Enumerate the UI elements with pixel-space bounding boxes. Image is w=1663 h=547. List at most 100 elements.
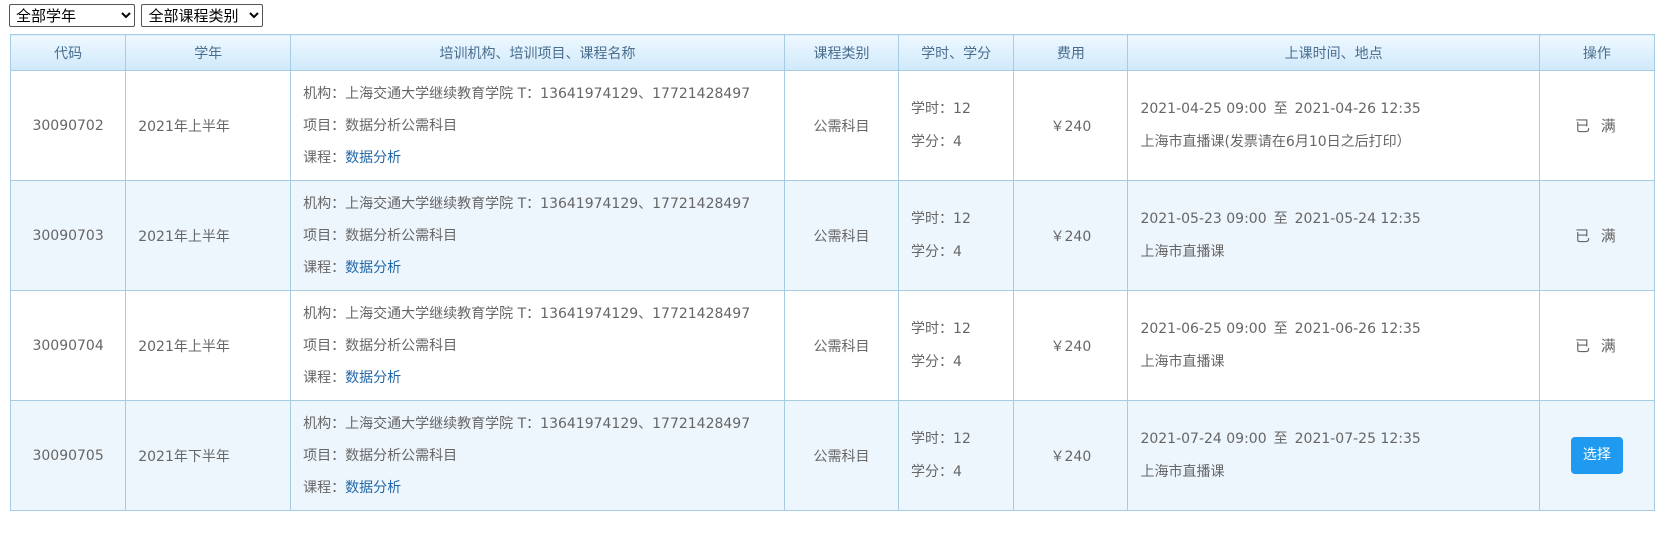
table-row: 30090705 2021年下半年 机构：上海交通大学继续教育学院 T：1364… [9, 400, 1656, 511]
cell-action: 已 满 [1538, 70, 1656, 181]
start-time: 2021-06-25 09:00 [1140, 321, 1267, 337]
course-prefix: 课程： [303, 259, 346, 276]
cell-hours-credits: 学时：12 学分：4 [898, 70, 1015, 181]
table-body: 30090702 2021年上半年 机构：上海交通大学继续教育学院 T：1364… [9, 70, 1656, 511]
project-text: 项目：数据分析公需科目 [303, 337, 458, 354]
col-header-time-place: 上课时间、地点 [1127, 34, 1540, 71]
cell-year: 2021年上半年 [125, 70, 292, 181]
course-name-link[interactable]: 数据分析 [345, 150, 401, 166]
cell-year: 2021年上半年 [125, 290, 292, 401]
credits-text: 学分：4 [911, 244, 962, 260]
cell-fee: ￥240 [1013, 400, 1129, 511]
to-text: 至 [1273, 101, 1288, 117]
credits-text: 学分：4 [911, 354, 962, 370]
cell-category: 公需科目 [783, 400, 900, 511]
col-header-year: 学年 [125, 34, 292, 71]
course-line: 课程：数据分析 [303, 480, 784, 496]
cell-time-place: 2021-06-25 09:00 至 2021-06-26 12:35 上海市直播课 [1127, 290, 1540, 401]
course-name-link[interactable]: 数据分析 [345, 370, 401, 386]
cell-year: 2021年下半年 [125, 400, 292, 511]
course-prefix: 课程： [303, 149, 346, 166]
cell-category: 公需科目 [783, 70, 900, 181]
institution-text: 机构：上海交通大学继续教育学院 T：13641974129、1772142849… [303, 415, 751, 432]
year-filter-select[interactable]: 全部学年 [9, 4, 135, 27]
col-header-hours-credits: 学时、学分 [898, 34, 1015, 71]
place-text: 上海市直播课 [1140, 244, 1225, 260]
header-row: 代码 学年 培训机构、培训项目、课程名称 课程类别 学时、学分 费用 上课时间、… [9, 34, 1656, 71]
institution-text: 机构：上海交通大学继续教育学院 T：13641974129、1772142849… [303, 85, 751, 102]
cell-hours-credits: 学时：12 学分：4 [898, 400, 1015, 511]
cell-action: 已 满 [1538, 290, 1656, 401]
course-prefix: 课程： [303, 369, 346, 386]
cell-hours-credits: 学时：12 学分：4 [898, 180, 1015, 291]
course-line: 课程：数据分析 [303, 370, 784, 386]
end-time: 2021-05-24 12:35 [1294, 211, 1421, 227]
schedule-line: 2021-06-25 09:00 至 2021-06-26 12:35 [1140, 321, 1538, 337]
cell-fee: ￥240 [1013, 290, 1129, 401]
course-table: 代码 学年 培训机构、培训项目、课程名称 课程类别 学时、学分 费用 上课时间、… [9, 34, 1656, 511]
hours-text: 学时：12 [911, 211, 971, 227]
cell-time-place: 2021-04-25 09:00 至 2021-04-26 12:35 上海市直播课… [1127, 70, 1540, 181]
credits-text: 学分：4 [911, 464, 962, 480]
schedule-line: 2021-04-25 09:00 至 2021-04-26 12:35 [1140, 101, 1538, 117]
place-text: 上海市直播课 [1140, 464, 1225, 480]
institution-text: 机构：上海交通大学继续教育学院 T：13641974129、1772142849… [303, 305, 751, 322]
cell-action: 选择 [1538, 400, 1656, 511]
course-prefix: 课程： [303, 479, 346, 496]
cell-course-info: 机构：上海交通大学继续教育学院 T：13641974129、1772142849… [290, 180, 785, 291]
end-time: 2021-07-25 12:35 [1294, 431, 1421, 447]
start-time: 2021-04-25 09:00 [1140, 101, 1267, 117]
table-row: 30090704 2021年上半年 机构：上海交通大学继续教育学院 T：1364… [9, 290, 1656, 401]
to-text: 至 [1273, 321, 1288, 337]
cell-year: 2021年上半年 [125, 180, 292, 291]
cell-course-info: 机构：上海交通大学继续教育学院 T：13641974129、1772142849… [290, 70, 785, 181]
hours-text: 学时：12 [911, 101, 971, 117]
status-full: 已 满 [1574, 117, 1619, 135]
cell-time-place: 2021-05-23 09:00 至 2021-05-24 12:35 上海市直播课 [1127, 180, 1540, 291]
table-row: 30090703 2021年上半年 机构：上海交通大学继续教育学院 T：1364… [9, 180, 1656, 291]
cell-category: 公需科目 [783, 180, 900, 291]
status-full: 已 满 [1574, 227, 1619, 245]
start-time: 2021-05-23 09:00 [1140, 211, 1267, 227]
end-time: 2021-04-26 12:35 [1294, 101, 1421, 117]
cell-fee: ￥240 [1013, 70, 1129, 181]
col-header-category: 课程类别 [783, 34, 900, 71]
schedule-line: 2021-07-24 09:00 至 2021-07-25 12:35 [1140, 431, 1538, 447]
to-text: 至 [1273, 211, 1288, 227]
col-header-fee: 费用 [1013, 34, 1129, 71]
place-text: 上海市直播课(发票请在6月10日之后打印） [1140, 134, 1411, 150]
hours-text: 学时：12 [911, 321, 971, 337]
cell-code: 30090702 [9, 70, 127, 181]
institution-text: 机构：上海交通大学继续教育学院 T：13641974129、1772142849… [303, 195, 751, 212]
cell-course-info: 机构：上海交通大学继续教育学院 T：13641974129、1772142849… [290, 400, 785, 511]
table-header: 代码 学年 培训机构、培训项目、课程名称 课程类别 学时、学分 费用 上课时间、… [9, 34, 1656, 71]
credits-text: 学分：4 [911, 134, 962, 150]
course-line: 课程：数据分析 [303, 260, 784, 276]
course-line: 课程：数据分析 [303, 150, 784, 166]
category-filter-select[interactable]: 全部课程类别 [141, 4, 264, 27]
cell-fee: ￥240 [1013, 180, 1129, 291]
end-time: 2021-06-26 12:35 [1294, 321, 1421, 337]
col-header-course: 培训机构、培训项目、课程名称 [290, 34, 785, 71]
project-text: 项目：数据分析公需科目 [303, 227, 458, 244]
cell-code: 30090705 [9, 400, 127, 511]
project-text: 项目：数据分析公需科目 [303, 447, 458, 464]
cell-action: 已 满 [1538, 180, 1656, 291]
cell-code: 30090703 [9, 180, 127, 291]
schedule-line: 2021-05-23 09:00 至 2021-05-24 12:35 [1140, 211, 1538, 227]
col-header-code: 代码 [9, 34, 127, 71]
cell-code: 30090704 [9, 290, 127, 401]
cell-time-place: 2021-07-24 09:00 至 2021-07-25 12:35 上海市直播课 [1127, 400, 1540, 511]
course-name-link[interactable]: 数据分析 [345, 480, 401, 496]
filter-bar: 全部学年 全部课程类别 [9, 4, 265, 28]
cell-hours-credits: 学时：12 学分：4 [898, 290, 1015, 401]
start-time: 2021-07-24 09:00 [1140, 431, 1267, 447]
to-text: 至 [1273, 431, 1288, 447]
cell-category: 公需科目 [783, 290, 900, 401]
cell-course-info: 机构：上海交通大学继续教育学院 T：13641974129、1772142849… [290, 290, 785, 401]
place-text: 上海市直播课 [1140, 354, 1225, 370]
course-name-link[interactable]: 数据分析 [345, 260, 401, 276]
status-full: 已 满 [1574, 337, 1619, 355]
select-button[interactable]: 选择 [1570, 437, 1623, 474]
col-header-action: 操作 [1538, 34, 1656, 71]
